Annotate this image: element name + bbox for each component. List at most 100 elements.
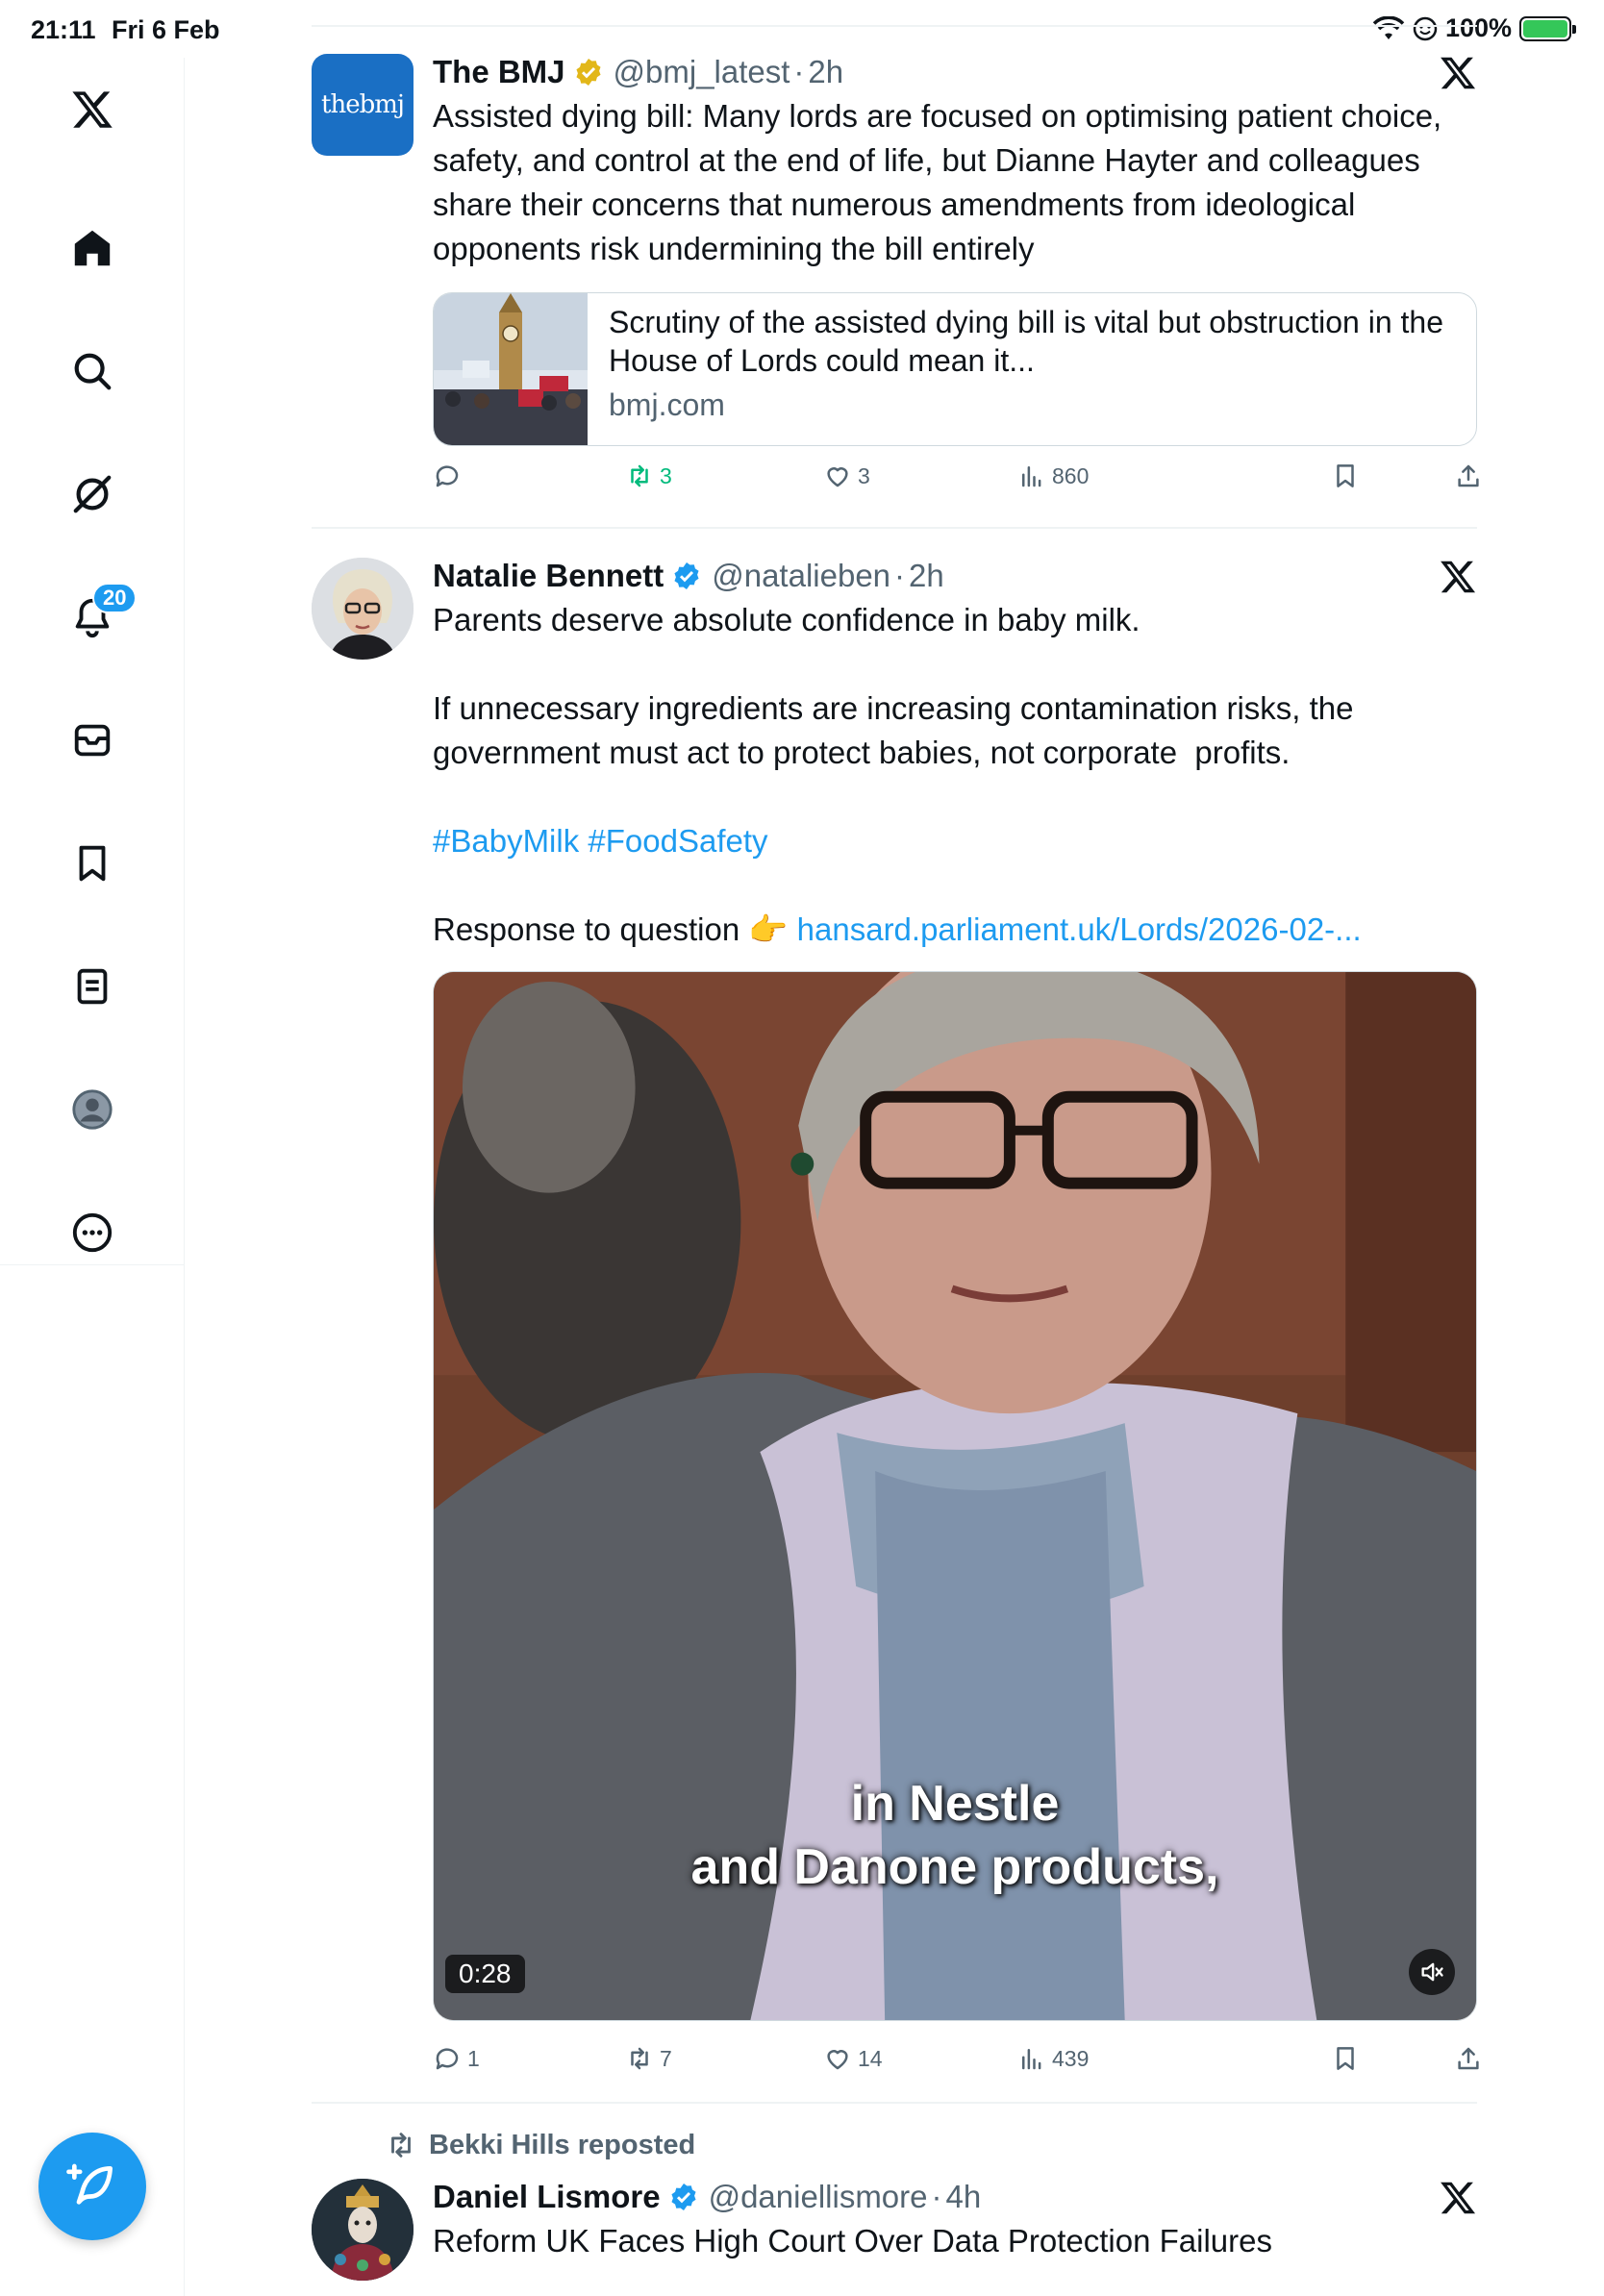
tweet-header: The BMJ @bmj_latest · 2h bbox=[433, 54, 1477, 90]
author-name[interactable]: Natalie Bennett bbox=[433, 558, 664, 594]
notifications-badge: 20 bbox=[92, 583, 138, 613]
author-handle[interactable]: @natalieben bbox=[712, 558, 890, 594]
card-domain: bmj.com bbox=[609, 387, 725, 422]
bookmark-button[interactable] bbox=[1331, 462, 1360, 490]
response-line: Response to question 👉 hansard.parliamen… bbox=[433, 908, 1477, 952]
home-icon[interactable] bbox=[63, 219, 121, 277]
share-icon bbox=[1458, 464, 1479, 487]
views-count: 860 bbox=[1052, 462, 1090, 488]
views-chart-icon bbox=[1022, 466, 1041, 487]
video-caption-line2: and Danone products, bbox=[690, 1839, 1219, 1895]
repost-attribution[interactable]: Bekki Hills reposted bbox=[385, 2129, 695, 2161]
tweet-actions: 3 3 860 bbox=[433, 462, 1479, 504]
views-button[interactable]: 439 bbox=[1017, 2044, 1089, 2073]
author-handle[interactable]: @bmj_latest bbox=[614, 54, 790, 90]
hashtags[interactable]: #BabyMilk #FoodSafety bbox=[433, 819, 1477, 863]
dot-separator: · bbox=[894, 558, 906, 593]
tweet-header: Daniel Lismore @daniellismore · 4h bbox=[433, 2179, 1477, 2215]
dot-separator: · bbox=[931, 2179, 942, 2214]
like-button[interactable]: 3 bbox=[823, 462, 870, 490]
sidebar-divider bbox=[0, 1264, 185, 1265]
status-bar: 21:11 Fri 6 Feb 100% bbox=[0, 0, 1604, 58]
status-indicators: 100% bbox=[1372, 13, 1576, 43]
bookmarks-icon[interactable] bbox=[63, 835, 121, 892]
tweet-text-paragraph2: If unnecessary ingredients are increasin… bbox=[433, 690, 1363, 770]
repost-icon bbox=[631, 464, 648, 487]
author-name[interactable]: Daniel Lismore bbox=[433, 2179, 661, 2215]
bookmark-icon bbox=[1337, 464, 1354, 487]
tweet-time[interactable]: 2h bbox=[808, 54, 843, 90]
heart-icon bbox=[827, 467, 848, 487]
x-brand-icon bbox=[1441, 57, 1476, 89]
card-image bbox=[434, 293, 588, 445]
response-prefix: Response to question 👉 bbox=[433, 911, 797, 947]
tweet-actions: 1 7 14 439 bbox=[433, 2044, 1479, 2086]
x-brand-icon bbox=[1441, 561, 1476, 593]
dot-separator: · bbox=[793, 54, 805, 89]
author-name[interactable]: The BMJ bbox=[433, 54, 565, 90]
reply-button[interactable] bbox=[433, 462, 462, 490]
views-chart-icon bbox=[1022, 2049, 1041, 2070]
profile-avatar-icon[interactable] bbox=[63, 1081, 121, 1138]
link-card[interactable]: Scrutiny of the assisted dying bill is v… bbox=[433, 292, 1477, 446]
reply-button[interactable]: 1 bbox=[433, 2044, 480, 2073]
share-icon bbox=[1458, 2047, 1479, 2070]
video-duration: 0:28 bbox=[445, 1955, 525, 1993]
reply-icon bbox=[436, 465, 459, 487]
like-button[interactable]: 14 bbox=[823, 2044, 883, 2073]
repost-button[interactable]: 3 bbox=[625, 462, 672, 490]
reply-icon bbox=[436, 2048, 459, 2070]
views-button[interactable]: 860 bbox=[1017, 462, 1089, 490]
wifi-icon bbox=[1372, 15, 1405, 39]
verified-gold-icon bbox=[575, 59, 601, 86]
more-icon[interactable] bbox=[63, 1204, 121, 1261]
views-count: 439 bbox=[1052, 2045, 1090, 2071]
share-button[interactable] bbox=[1454, 2044, 1483, 2073]
tweet-time[interactable]: 4h bbox=[946, 2179, 982, 2215]
repost-count: 3 bbox=[660, 462, 672, 488]
status-date: Fri 6 Feb bbox=[112, 15, 220, 44]
reposted-by-label: Bekki Hills reposted bbox=[429, 2129, 696, 2160]
compose-feather-icon bbox=[66, 2163, 113, 2205]
battery-percent: 100% bbox=[1444, 13, 1512, 42]
like-count: 3 bbox=[858, 462, 870, 488]
messages-icon[interactable] bbox=[63, 711, 121, 769]
tweet-header: Natalie Bennett @natalieben · 2h bbox=[433, 558, 1477, 594]
reply-count: 1 bbox=[467, 2045, 480, 2071]
face-status-icon bbox=[1413, 16, 1438, 40]
compose-post-button[interactable] bbox=[38, 2133, 146, 2240]
repost-icon bbox=[631, 2047, 648, 2070]
card-title: Scrutiny of the assisted dying bill is v… bbox=[609, 305, 1443, 378]
mute-button[interactable] bbox=[1409, 1949, 1455, 1995]
tweet-text: Assisted dying bill: Many lords are focu… bbox=[433, 98, 1451, 266]
like-count: 14 bbox=[858, 2045, 883, 2071]
avatar-natalie-bennett[interactable] bbox=[312, 558, 414, 660]
tweet-divider bbox=[312, 2102, 1477, 2104]
tweet-time[interactable]: 2h bbox=[909, 558, 944, 594]
avatar-daniel-lismore[interactable] bbox=[312, 2179, 414, 2281]
avatar-bmj[interactable]: thebmj bbox=[312, 54, 414, 156]
repost-count: 7 bbox=[660, 2045, 672, 2071]
share-button[interactable] bbox=[1454, 462, 1483, 490]
grok-icon[interactable] bbox=[63, 465, 121, 523]
verified-blue-icon bbox=[674, 562, 699, 589]
bmj-logo-text: thebmj bbox=[321, 90, 405, 119]
lists-icon[interactable] bbox=[63, 958, 121, 1015]
hansard-link[interactable]: hansard.parliament.uk/Lords/2026-02-... bbox=[797, 911, 1362, 947]
sidebar: 20 bbox=[0, 58, 185, 2296]
video-caption-line1: in Nestle bbox=[850, 1776, 1060, 1832]
battery-icon bbox=[1519, 15, 1576, 41]
feed-top-divider bbox=[312, 25, 1477, 27]
heart-icon bbox=[827, 2050, 848, 2070]
search-icon[interactable] bbox=[63, 342, 121, 400]
video-player[interactable]: in Nestle and Danone products, 0:28 bbox=[433, 971, 1477, 2021]
tweet-text-line1: Parents deserve absolute confidence in b… bbox=[433, 602, 1140, 637]
bookmark-button[interactable] bbox=[1331, 2044, 1360, 2073]
verified-blue-icon bbox=[671, 2184, 696, 2210]
x-logo-icon[interactable] bbox=[63, 81, 121, 138]
status-time: 21:11 bbox=[31, 15, 96, 44]
notifications-icon[interactable]: 20 bbox=[63, 583, 138, 646]
repost-button[interactable]: 7 bbox=[625, 2044, 672, 2073]
tweet-divider bbox=[312, 527, 1477, 529]
author-handle[interactable]: @daniellismore bbox=[709, 2179, 928, 2215]
